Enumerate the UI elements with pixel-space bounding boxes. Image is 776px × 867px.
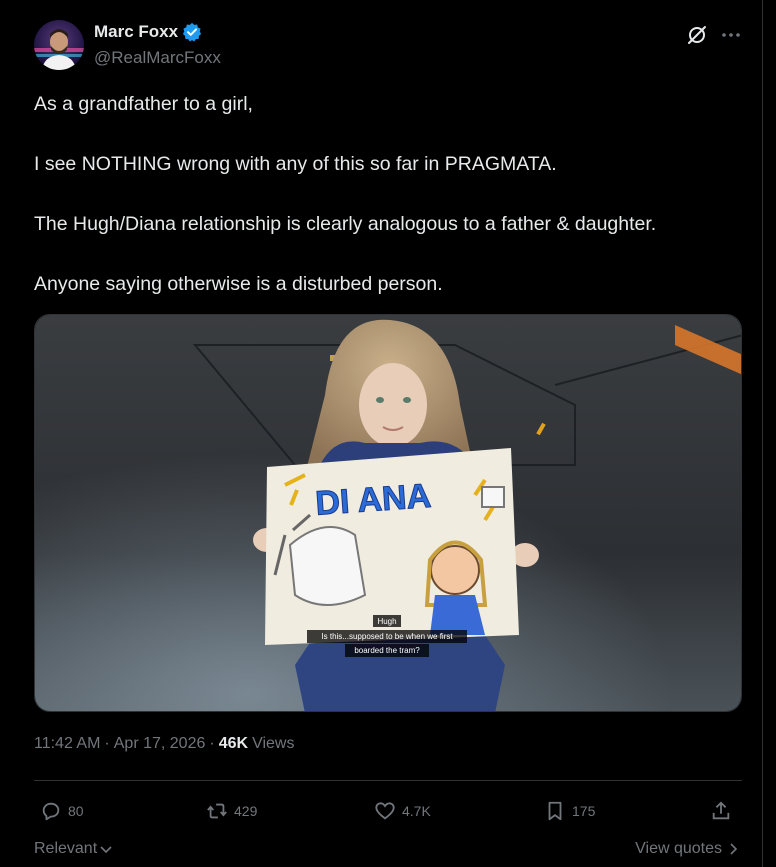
tweet-paragraph: As a grandfather to a girl, (34, 93, 253, 115)
divider (34, 780, 742, 781)
tweet-time[interactable]: 11:42 AM (34, 735, 100, 753)
repost-icon (207, 803, 227, 819)
subtitle-line-1: Is this...supposed to be when we first (321, 632, 453, 641)
sort-dropdown[interactable]: Relevant (34, 840, 113, 858)
like-count: 4.7K (402, 803, 431, 819)
replies-toolbar: Relevant View quotes (34, 838, 742, 864)
handle[interactable]: @RealMarcFoxx (94, 48, 221, 68)
views-count: 46K (218, 735, 249, 752)
share-button[interactable] (710, 793, 732, 829)
right-border (762, 0, 763, 867)
tweet-date[interactable]: Apr 17, 2026 (114, 735, 206, 753)
meta-separator: · (104, 735, 110, 752)
reply-icon (42, 802, 60, 821)
bookmark-button[interactable]: 175 (544, 793, 595, 829)
more-icon[interactable] (718, 22, 744, 48)
tweet-paragraph: I see NOTHING wrong with any of this so … (34, 153, 557, 175)
reply-count: 80 (68, 803, 84, 819)
view-quotes-link[interactable]: View quotes (635, 840, 738, 858)
meta-separator: · (209, 735, 215, 752)
subtitle-speaker: Hugh (377, 617, 396, 626)
repost-count: 429 (234, 803, 258, 819)
grok-icon[interactable] (684, 22, 710, 48)
tweet-header: Marc Foxx @RealMarcFoxx (34, 20, 744, 76)
tweet-text: As a grandfather to a girl, I see NOTHIN… (34, 89, 744, 329)
tweet-paragraph: The Hugh/Diana relationship is clearly a… (34, 213, 657, 235)
heart-icon (375, 802, 395, 820)
drawing-title: DI ANA (314, 477, 432, 523)
bookmark-icon (548, 801, 562, 821)
repost-button[interactable]: 429 (206, 793, 257, 829)
share-icon (712, 801, 730, 820)
subtitle-line-2: boarded the tram? (354, 646, 420, 655)
name-row: Marc Foxx (94, 22, 202, 42)
action-bar: 80 429 4.7K 175 (34, 793, 742, 829)
chevron-right-icon (730, 843, 738, 855)
display-name[interactable]: Marc Foxx (94, 22, 178, 42)
reply-button[interactable]: 80 (40, 793, 84, 829)
like-button[interactable]: 4.7K (374, 793, 431, 829)
views-label: Views (252, 735, 295, 752)
sort-label: Relevant (34, 840, 98, 857)
tweet-meta: 11:42 AM · Apr 17, 2026 · 46K Views (34, 735, 294, 753)
avatar[interactable] (34, 20, 84, 70)
tweet-paragraph: Anyone saying otherwise is a disturbed p… (34, 273, 443, 295)
chevron-down-icon (100, 846, 112, 854)
tweet-media-image[interactable]: DI ANA Hugh Is this...supposed to be whe… (34, 314, 742, 712)
view-quotes-label: View quotes (635, 840, 722, 857)
bookmark-count: 175 (572, 803, 596, 819)
verified-badge-icon (183, 22, 202, 42)
